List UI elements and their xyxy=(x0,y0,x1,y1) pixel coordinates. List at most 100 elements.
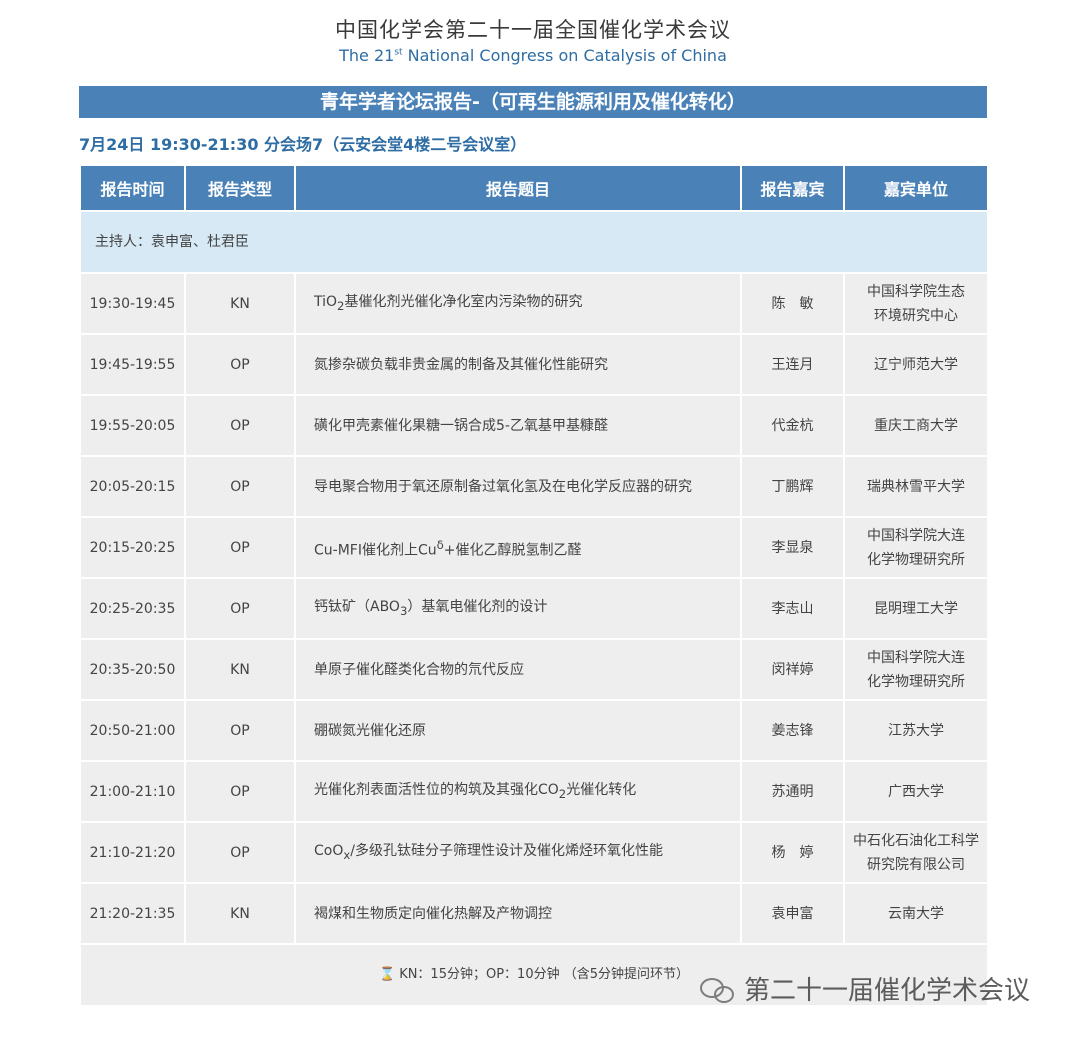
cell-time: 19:30-19:45 xyxy=(79,272,186,335)
cell-affiliation: 中石化石油化工科学 研究院有限公司 xyxy=(843,821,989,884)
cell-speaker: 闵祥婷 xyxy=(740,638,845,701)
footer-note: KN：15分钟；OP：10分钟 （含5分钟提问环节） xyxy=(399,967,689,982)
cell-affiliation: 辽宁师范大学 xyxy=(843,333,989,396)
table-row: 20:25-20:35 OP 钙钛矿（ABO3）基氧电催化剂的设计 李志山 昆明理工大学 xyxy=(79,577,989,640)
cell-topic: 钙钛矿（ABO3）基氧电催化剂的设计 xyxy=(294,577,742,640)
cell-speaker: 袁申富 xyxy=(740,882,845,945)
cell-type: OP xyxy=(184,455,296,518)
cell-time: 21:00-21:10 xyxy=(79,760,186,823)
affiliation-line: 重庆工商大学 xyxy=(874,417,958,434)
cell-time: 19:45-19:55 xyxy=(79,333,186,396)
column-header-affiliation: 嘉宾单位 xyxy=(843,164,989,212)
affiliation-line: 化学物理研究所 xyxy=(867,551,965,568)
topic-part: 单原子催化醛类化合物的氘代反应 xyxy=(314,661,524,678)
page-subtitle-en: The 21st National Congress on Catalysis … xyxy=(0,46,1066,65)
cell-type: OP xyxy=(184,821,296,884)
affiliation-line: 云南大学 xyxy=(888,905,944,922)
topic-part: 磺化甲壳素催化果糖一锅合成5-乙氧基甲基糠醛 xyxy=(314,417,608,434)
cell-speaker: 苏通明 xyxy=(740,760,845,823)
cell-topic: Cu-MFI催化剂上Cuδ+催化乙醇脱氢制乙醛 xyxy=(294,516,742,579)
cell-time: 20:05-20:15 xyxy=(79,455,186,518)
table-row: 19:30-19:45 KN TiO2基催化剂光催化净化室内污染物的研究陈 敏中国科… xyxy=(79,272,989,335)
topic-part: 褐煤和生物质定向催化热解及产物调控 xyxy=(314,905,552,922)
affiliation-line: 环境研究中心 xyxy=(874,307,958,324)
table-row: 20:05-20:15 OP 导电聚合物用于氧还原制备过氧化氢及在电化学反应器的研究… xyxy=(79,455,989,518)
column-header-topic: 报告题目 xyxy=(294,164,742,212)
cell-time: 21:20-21:35 xyxy=(79,882,186,945)
host-text: 主持人：袁申富、杜君臣 xyxy=(79,210,989,274)
cell-speaker: 丁鹏辉 xyxy=(740,455,845,518)
cell-type: OP xyxy=(184,516,296,579)
cell-affiliation: 江苏大学 xyxy=(843,699,989,762)
cell-time: 21:10-21:20 xyxy=(79,821,186,884)
affiliation-line: 研究院有限公司 xyxy=(867,856,965,873)
table-row: 21:20-21:35 KN 褐煤和生物质定向催化热解及产物调控 袁申富 云南大学 xyxy=(79,882,989,945)
topic-superscript: δ xyxy=(436,537,444,552)
affiliation-line: 中国科学院大连 xyxy=(867,527,965,544)
cell-time: 20:50-21:00 xyxy=(79,699,186,762)
table-row: 19:55-20:05 OP 磺化甲壳素催化果糖一锅合成5-乙氧基甲基糠醛 代金杭 重庆… xyxy=(79,394,989,457)
cell-type: OP xyxy=(184,577,296,640)
cell-time: 20:25-20:35 xyxy=(79,577,186,640)
affiliation-line: 江苏大学 xyxy=(888,722,944,739)
wechat-watermark: 第二十一届催化学术会议 xyxy=(700,970,1030,1007)
cell-affiliation: 瑞典林雪平大学 xyxy=(843,455,989,518)
affiliation-line: 中国科学院大连 xyxy=(867,649,965,666)
column-header-type: 报告类型 xyxy=(184,164,296,212)
affiliation-line: 中石化石油化工科学 xyxy=(853,832,979,849)
table-row: 20:50-21:00 OP 硼碳氮光催化还原 姜志锋 江苏大学 xyxy=(79,699,989,762)
cell-time: 20:15-20:25 xyxy=(79,516,186,579)
cell-speaker: 姜志锋 xyxy=(740,699,845,762)
page-title: 中国化学会第二十一届全国催化学术会议 xyxy=(335,18,731,42)
topic-part: 基催化剂光催化净化室内污染物的研究 xyxy=(344,293,583,310)
cell-affiliation: 广西大学 xyxy=(843,760,989,823)
table-row: 20:15-20:25 OP Cu-MFI催化剂上Cuδ+催化乙醇脱氢制乙醛 李显泉中… xyxy=(79,516,989,579)
cell-type: KN xyxy=(184,272,296,335)
affiliation-line: 辽宁师范大学 xyxy=(874,356,958,373)
cell-time: 19:55-20:05 xyxy=(79,394,186,457)
cell-speaker: 李志山 xyxy=(740,577,845,640)
table-header-row: 报告时间 报告类型 报告题目 报告嘉宾 嘉宾单位 xyxy=(79,164,989,212)
cell-speaker: 代金杭 xyxy=(740,394,845,457)
affiliation-line: 昆明理工大学 xyxy=(874,600,958,617)
cell-topic: 单原子催化醛类化合物的氘代反应 xyxy=(294,638,742,701)
cell-topic: 导电聚合物用于氧还原制备过氧化氢及在电化学反应器的研究 xyxy=(294,455,742,518)
title-en-suffix: National Congress on Catalysis of China xyxy=(402,46,727,65)
cell-type: KN xyxy=(184,882,296,945)
cell-topic: 硼碳氮光催化还原 xyxy=(294,699,742,762)
title-en-prefix: The 21 xyxy=(339,46,395,65)
cell-speaker: 杨 婷 xyxy=(740,821,845,884)
table-row: 19:45-19:55 OP 氮掺杂碳负载非贵金属的制备及其催化性能研究 王连月 辽宁师… xyxy=(79,333,989,396)
cell-type: KN xyxy=(184,638,296,701)
cell-topic: 磺化甲壳素催化果糖一锅合成5-乙氧基甲基糠醛 xyxy=(294,394,742,457)
topic-part: 钙钛矿（ABO xyxy=(314,598,400,615)
topic-part: +催化乙醇脱氢制乙醛 xyxy=(443,542,582,559)
cell-speaker: 李显泉 xyxy=(740,516,845,579)
cell-topic: 褐煤和生物质定向催化热解及产物调控 xyxy=(294,882,742,945)
cell-topic: TiO2基催化剂光催化净化室内污染物的研究 xyxy=(294,272,742,335)
topic-part: Cu-MFI催化剂上Cu xyxy=(314,542,437,559)
cell-type: OP xyxy=(184,394,296,457)
cell-topic: CoOx/多级孔钛硅分子筛理性设计及催化烯烃环氧化性能 xyxy=(294,821,742,884)
column-header-time: 报告时间 xyxy=(79,164,186,212)
affiliation-line: 广西大学 xyxy=(888,783,944,800)
title-en-sup: st xyxy=(394,47,403,58)
topic-part: CoO xyxy=(314,842,344,859)
cell-affiliation: 中国科学院大连 化学物理研究所 xyxy=(843,516,989,579)
topic-part: ）基氧电催化剂的设计 xyxy=(407,598,548,615)
schedule-table: 报告时间 报告类型 报告题目 报告嘉宾 嘉宾单位 主持人：袁申富、杜君臣 19:… xyxy=(79,164,989,1007)
cell-affiliation: 云南大学 xyxy=(843,882,989,945)
topic-part: /多级孔钛硅分子筛理性设计及催化烯烃环氧化性能 xyxy=(350,842,663,859)
cell-speaker: 王连月 xyxy=(740,333,845,396)
session-info: 7月24日 19:30-21:30 分会场7（云安会堂4楼二号会议室） xyxy=(79,135,527,154)
affiliation-line: 中国科学院生态 xyxy=(867,283,965,300)
table-row: 21:00-21:10 OP 光催化剂表面活性位的构筑及其强化CO2光催化转化 苏通明… xyxy=(79,760,989,823)
cell-type: OP xyxy=(184,333,296,396)
topic-part: 光催化转化 xyxy=(566,781,637,798)
cell-affiliation: 中国科学院生态 环境研究中心 xyxy=(843,272,989,335)
cell-affiliation: 昆明理工大学 xyxy=(843,577,989,640)
cell-topic: 氮掺杂碳负载非贵金属的制备及其催化性能研究 xyxy=(294,333,742,396)
topic-part: TiO xyxy=(314,293,338,310)
hourglass-icon: ⌛ xyxy=(379,967,396,982)
cell-topic: 光催化剂表面活性位的构筑及其强化CO2光催化转化 xyxy=(294,760,742,823)
